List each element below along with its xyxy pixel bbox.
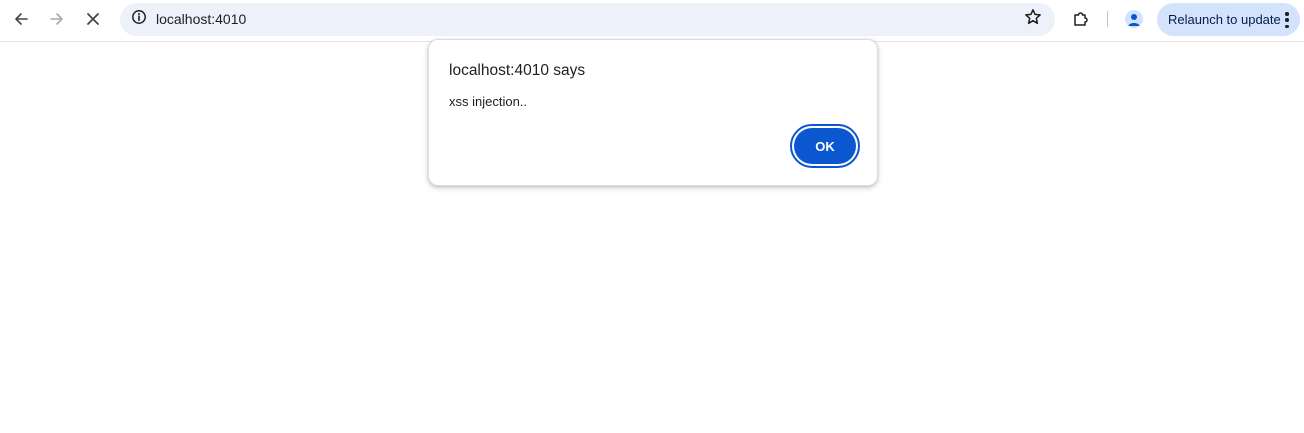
back-button[interactable] bbox=[5, 3, 37, 35]
person-icon bbox=[1125, 10, 1143, 28]
forward-button[interactable] bbox=[41, 3, 73, 35]
extensions-button[interactable] bbox=[1065, 3, 1097, 35]
dialog-message: xss injection.. bbox=[449, 94, 528, 109]
bookmark-button[interactable] bbox=[1018, 5, 1047, 34]
browser-toolbar: localhost:4010 Relaunch to update bbox=[0, 0, 1304, 42]
kebab-menu-icon[interactable] bbox=[1284, 12, 1290, 28]
dialog-title: localhost:4010 says bbox=[449, 62, 586, 79]
profile-button[interactable] bbox=[1118, 3, 1150, 35]
site-info-button[interactable] bbox=[124, 5, 153, 34]
relaunch-to-update-button[interactable]: Relaunch to update bbox=[1157, 3, 1300, 36]
close-icon bbox=[86, 12, 100, 26]
stop-loading-button[interactable] bbox=[77, 3, 109, 35]
relaunch-label: Relaunch to update bbox=[1168, 12, 1281, 27]
arrow-left-icon bbox=[13, 11, 29, 27]
star-icon bbox=[1024, 8, 1042, 31]
puzzle-icon bbox=[1072, 10, 1090, 28]
address-bar[interactable]: localhost:4010 bbox=[120, 3, 1055, 36]
toolbar-divider bbox=[1107, 11, 1108, 27]
arrow-right-icon bbox=[49, 11, 65, 27]
alert-dialog: localhost:4010 says xss injection.. OK bbox=[428, 39, 878, 186]
info-icon bbox=[131, 9, 147, 30]
ok-button[interactable]: OK bbox=[794, 128, 856, 164]
ok-button-focus-ring: OK bbox=[790, 124, 860, 168]
url-text[interactable]: localhost:4010 bbox=[156, 3, 246, 36]
